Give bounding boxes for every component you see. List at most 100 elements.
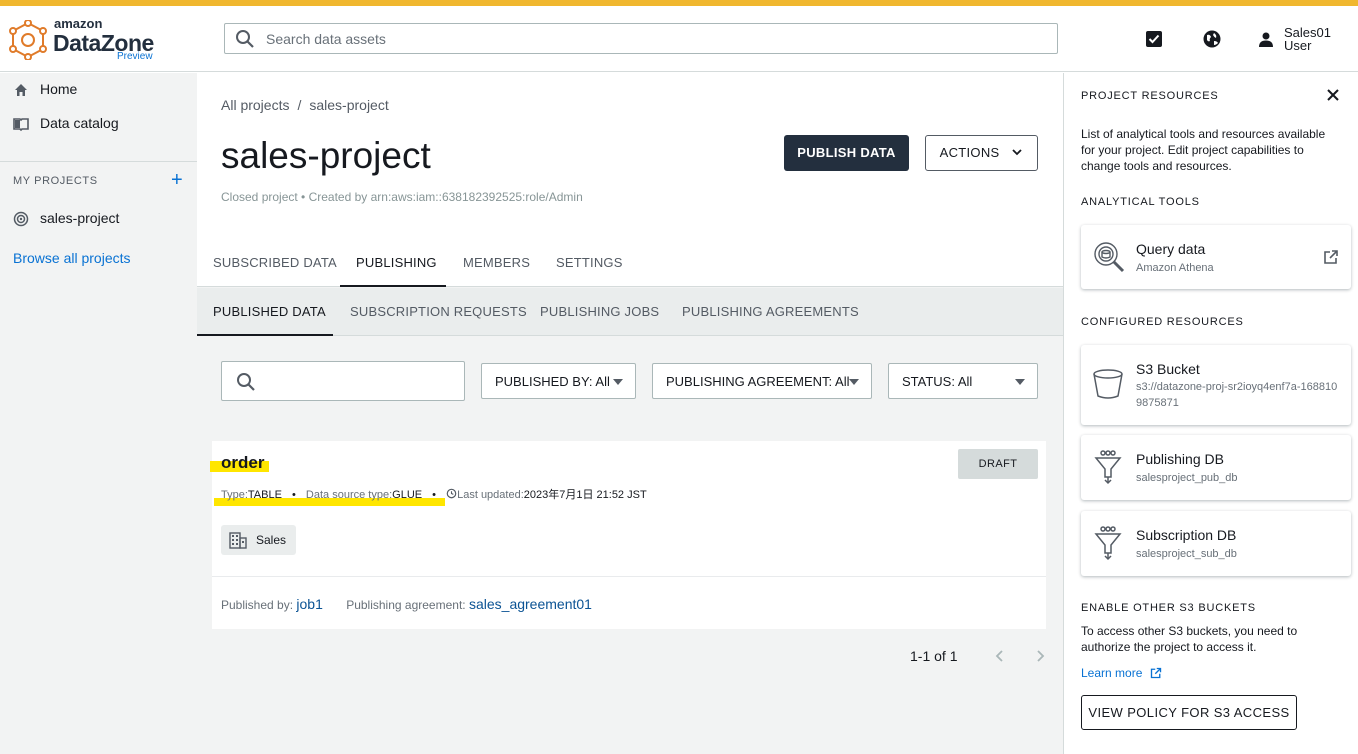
next-page-icon[interactable]	[1034, 649, 1046, 663]
enable-s3-description: To access other S3 buckets, you need to …	[1081, 624, 1298, 654]
prev-page-icon[interactable]	[994, 649, 1006, 663]
user-name-line2: User	[1284, 38, 1312, 53]
breadcrumb-current: sales-project	[309, 97, 389, 113]
publishing-subtabs: PUBLISHED DATA SUBSCRIPTION REQUESTS PUB…	[197, 288, 1063, 336]
tab-publishing[interactable]: PUBLISHING	[356, 255, 437, 270]
resource-card-subscription-db[interactable]: Subscription DB salesproject_sub_db	[1081, 511, 1351, 576]
asset-updated-label: Last updated:	[457, 489, 524, 501]
sidebar-item-label: Data catalog	[40, 115, 119, 131]
project-resources-panel: PROJECT RESOURCES List of analytical too…	[1063, 73, 1358, 754]
browse-all-projects-link[interactable]: Browse all projects	[13, 250, 131, 266]
caret-down-icon	[849, 379, 859, 385]
sidebar-item-label: Home	[40, 81, 78, 97]
card-divider	[212, 576, 1046, 577]
configured-resources-heading: CONFIGURED RESOURCES	[1081, 316, 1244, 328]
external-link-icon[interactable]	[1323, 249, 1339, 265]
breadcrumb-all-projects[interactable]: All projects	[221, 97, 289, 113]
learn-more-label: Learn more	[1081, 666, 1143, 680]
book-icon	[13, 118, 29, 132]
resource-card-publishing-db[interactable]: Publishing DB salesproject_pub_db	[1081, 435, 1351, 500]
home-icon	[15, 84, 27, 96]
asset-updated-value: 2023年7月1日 21:52 JST	[523, 489, 647, 501]
close-icon[interactable]	[1326, 88, 1340, 102]
tasks-checkbox-icon[interactable]	[1143, 28, 1165, 50]
breadcrumb-separator: /	[297, 97, 302, 113]
user-menu[interactable]: Sales01 User	[1258, 26, 1358, 56]
publishing-agreement-link[interactable]: sales_agreement01	[469, 596, 592, 612]
globe-icon[interactable]	[1201, 28, 1223, 50]
resource-title: S3 Bucket	[1136, 361, 1200, 377]
active-subtab-indicator	[197, 334, 333, 336]
resource-subtitle: s3://datazone-proj-sr2ioyq4enf7a-1688109…	[1136, 381, 1338, 409]
status-filter-label: STATUS: All	[902, 374, 973, 389]
breadcrumb: All projects / sales-project	[221, 97, 389, 113]
asset-metadata: Type:TABLE • Data source type:GLUE • Las…	[221, 488, 647, 501]
tab-subscribed-data[interactable]: SUBSCRIBED DATA	[213, 255, 337, 270]
left-sidebar: Home Data catalog MY PROJECTS + sales-pr…	[0, 73, 197, 754]
asset-type-value: TABLE	[247, 489, 282, 501]
published-by-filter[interactable]: PUBLISHED BY: All	[481, 363, 636, 399]
funnel-icon	[1094, 526, 1122, 561]
actions-dropdown-button[interactable]: ACTIONS	[925, 135, 1038, 171]
datazone-logo[interactable]: amazon DataZone Preview	[8, 14, 168, 64]
published-data-search-input[interactable]	[221, 361, 465, 401]
caret-down-icon	[613, 379, 623, 385]
search-icon	[237, 373, 255, 391]
tab-members[interactable]: MEMBERS	[463, 255, 530, 270]
datazone-logo-icon	[9, 20, 47, 60]
search-icon	[236, 30, 254, 48]
view-policy-s3-access-button[interactable]: VIEW POLICY FOR S3 ACCESS	[1081, 695, 1297, 730]
chevron-down-icon	[1012, 149, 1023, 156]
user-icon	[1259, 32, 1273, 47]
clock-icon	[446, 488, 457, 499]
query-athena-icon	[1094, 242, 1125, 273]
filter-bar: PUBLISHED BY: All PUBLISHING AGREEMENT: …	[197, 337, 1063, 427]
status-badge: DRAFT	[958, 449, 1038, 479]
asset-source-label: Data source type:	[305, 489, 393, 501]
learn-more-link[interactable]: Learn more	[1081, 666, 1162, 680]
resource-card-s3-bucket[interactable]: S3 Bucket s3://datazone-proj-sr2ioyq4enf…	[1081, 345, 1351, 425]
external-link-icon	[1150, 667, 1161, 679]
active-tab-indicator	[340, 285, 446, 287]
published-by-job-link[interactable]: job1	[296, 596, 322, 612]
status-filter[interactable]: STATUS: All	[888, 363, 1038, 399]
logo-preview-tag: Preview	[117, 51, 153, 62]
published-asset-card: order Type:TABLE • Data source type:GLUE…	[210, 441, 1046, 629]
building-icon	[229, 532, 247, 549]
subtab-subscription-requests[interactable]: SUBSCRIPTION REQUESTS	[350, 304, 527, 319]
resource-title: Subscription DB	[1136, 527, 1237, 543]
query-data-tool-card[interactable]: Query data Amazon Athena	[1081, 225, 1351, 289]
main-content: All projects / sales-project sales-project…	[197, 73, 1063, 754]
resource-subtitle: salesproject_sub_db	[1136, 548, 1237, 560]
tab-settings[interactable]: SETTINGS	[556, 255, 623, 270]
subtab-publishing-jobs[interactable]: PUBLISHING JOBS	[540, 304, 659, 319]
analytical-tools-heading: ANALYTICAL TOOLS	[1081, 196, 1200, 208]
asset-source-value: GLUE	[392, 489, 423, 501]
subtab-publishing-agreements[interactable]: PUBLISHING AGREEMENTS	[682, 304, 859, 319]
sidebar-divider	[0, 161, 197, 162]
glossary-term-chip[interactable]: Sales	[221, 525, 296, 555]
asset-type-label: Type:	[221, 489, 248, 501]
glossary-term-label: Sales	[256, 533, 287, 547]
sidebar-item-label: sales-project	[40, 210, 120, 226]
published-by-label: Published by:	[221, 598, 294, 612]
subtab-published-data[interactable]: PUBLISHED DATA	[213, 304, 326, 319]
page-title: sales-project	[221, 135, 431, 176]
caret-down-icon	[1015, 379, 1025, 385]
panel-title: PROJECT RESOURCES	[1081, 90, 1219, 102]
actions-button-label: ACTIONS	[939, 145, 1000, 160]
project-subtitle: Closed project • Created by arn:aws:iam:…	[221, 190, 583, 204]
asset-name-link[interactable]: order	[221, 453, 264, 473]
publish-data-button[interactable]: PUBLISH DATA	[784, 135, 909, 171]
resource-subtitle: salesproject_pub_db	[1136, 472, 1238, 484]
add-project-icon[interactable]: +	[171, 170, 183, 190]
bucket-icon	[1093, 369, 1123, 399]
panel-description: List of analytical tools and resources a…	[1081, 127, 1326, 173]
publishing-agreement-filter[interactable]: PUBLISHING AGREEMENT: All	[652, 363, 872, 399]
my-projects-heading: MY PROJECTS	[13, 175, 98, 187]
search-data-assets-input[interactable]: Search data assets	[224, 23, 1058, 54]
published-by-filter-label: PUBLISHED BY: All	[495, 374, 610, 389]
publishing-agreement-label: Publishing agreement:	[346, 598, 466, 612]
funnel-icon	[1094, 450, 1122, 485]
enable-s3-heading: ENABLE OTHER S3 BUCKETS	[1081, 602, 1256, 614]
